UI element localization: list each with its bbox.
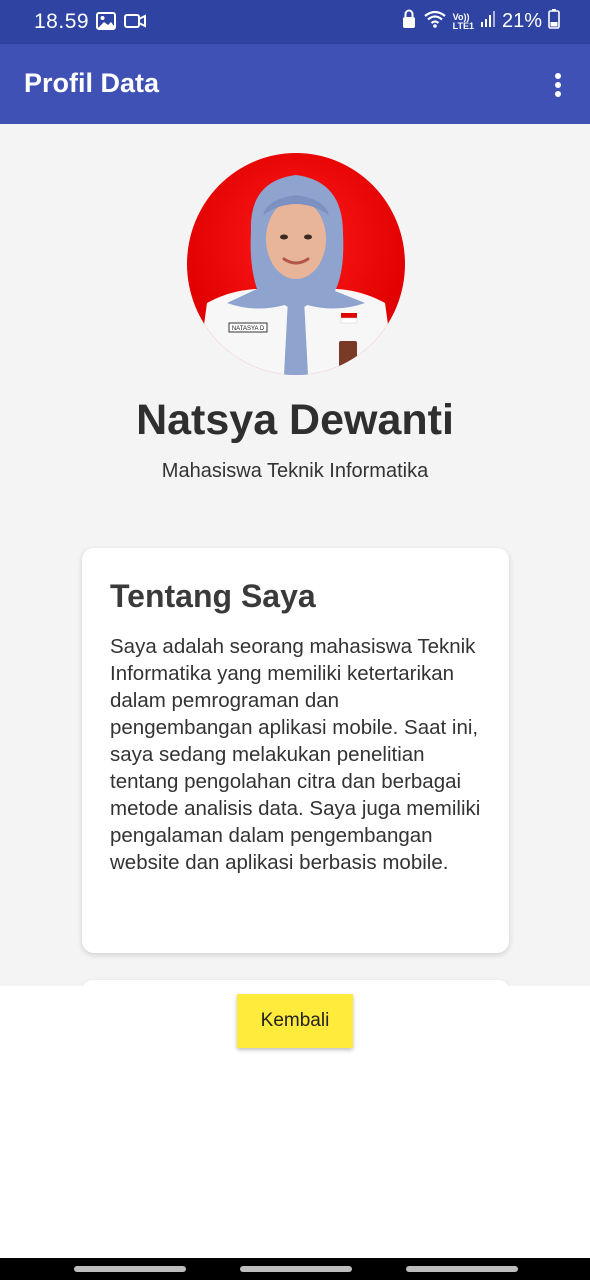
- lock-icon: [401, 9, 417, 34]
- image-icon: [96, 12, 116, 35]
- battery-percent: 21%: [501, 10, 542, 32]
- network-type-label: Vo)) LTE1: [452, 12, 474, 31]
- photo-name-tag: NATASYA D: [232, 326, 265, 332]
- app-title: Profil Data: [24, 68, 160, 98]
- status-bar: 18.59 Vo)) LTE1 21%: [0, 0, 590, 44]
- wifi-icon: [423, 9, 447, 34]
- next-card: [82, 980, 509, 986]
- status-right-icons: Vo)) LTE1 21%: [401, 9, 560, 34]
- video-icon: [124, 12, 146, 35]
- profile-photo: NATASYA D: [187, 153, 405, 375]
- nav-recents-button[interactable]: [74, 1266, 186, 1272]
- profile-name: Natsya Dewanti: [136, 396, 454, 444]
- nav-home-button[interactable]: [240, 1266, 352, 1272]
- status-time: 18.59: [34, 10, 90, 33]
- nav-back-button[interactable]: [406, 1266, 518, 1272]
- profile-content[interactable]: NATASYA D Natsya Dewanti Mahasiswa Tekni…: [0, 124, 590, 986]
- signal-icon: [480, 10, 496, 33]
- profile-subtitle: Mahasiswa Teknik Informatika: [161, 460, 429, 482]
- battery-icon: [548, 9, 560, 34]
- status-left-icons: [96, 12, 146, 35]
- about-card: Tentang Saya Saya adalah seorang mahasis…: [82, 548, 509, 953]
- network-label-bottom: LTE1: [452, 20, 474, 31]
- navigation-bar: [0, 1258, 590, 1280]
- about-title: Tentang Saya: [110, 578, 316, 614]
- more-vert-icon[interactable]: [546, 70, 570, 100]
- back-button[interactable]: Kembali: [237, 994, 353, 1048]
- app-bar: Profil Data: [0, 44, 590, 124]
- about-body: Saya adalah seorang mahasiswa Teknik Inf…: [110, 635, 481, 874]
